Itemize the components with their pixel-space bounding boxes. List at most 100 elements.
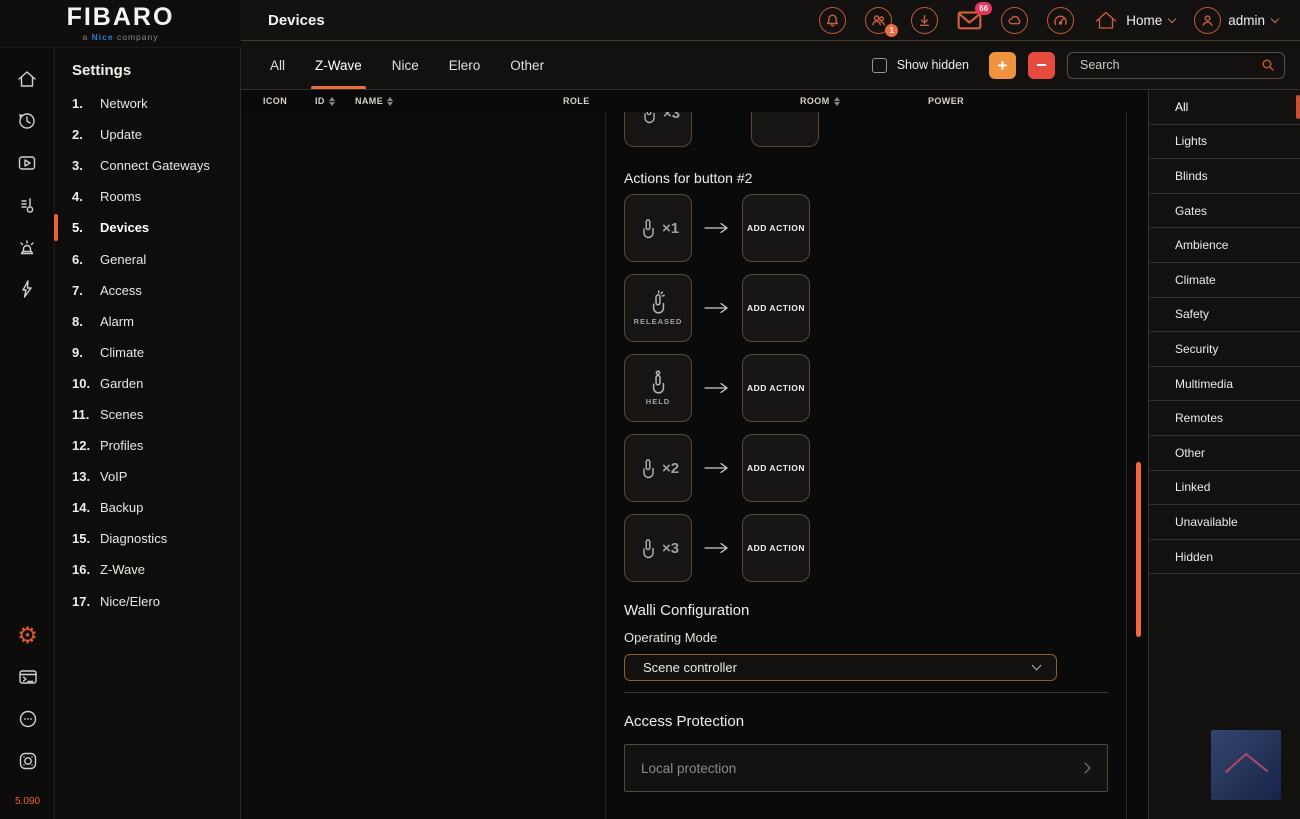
sidebar-item-update[interactable]: 2.Update [72, 119, 240, 150]
weather-icon[interactable] [1001, 7, 1028, 34]
sidebar-item-alarm[interactable]: 8. Alarm [72, 306, 240, 337]
tab-other[interactable]: Other [508, 41, 546, 89]
add-action-button[interactable]: ADD ACTION [742, 514, 810, 582]
sidebar-item-profiles[interactable]: 12.Profiles [72, 430, 240, 461]
column-label: ID [315, 96, 325, 106]
sidebar-item-nice-elero[interactable]: 17.Nice/Elero [72, 586, 240, 617]
sidebar-item-general[interactable]: 6.General [72, 243, 240, 274]
climate-icon[interactable] [14, 192, 40, 218]
download-icon[interactable] [911, 7, 938, 34]
history-icon[interactable] [14, 108, 40, 134]
arrow-right-icon [704, 222, 730, 234]
category-hidden[interactable]: Hidden [1149, 540, 1300, 575]
operating-mode-dropdown[interactable]: Scene controller [624, 654, 1057, 681]
sidebar-item-climate[interactable]: 9.Climate [72, 337, 240, 368]
category-multimedia[interactable]: Multimedia [1149, 367, 1300, 402]
media-icon[interactable] [14, 150, 40, 176]
column-room[interactable]: ROOM [800, 96, 928, 106]
home-icon[interactable] [14, 66, 40, 92]
action-row-held: HELD ADD ACTION [624, 354, 810, 422]
category-scrollbar-thumb[interactable] [1296, 95, 1300, 119]
action-row-x2: ×2 ADD ACTION [624, 434, 810, 502]
category-ambience[interactable]: Ambience [1149, 228, 1300, 263]
users-icon[interactable]: 1 [865, 7, 892, 34]
category-safety[interactable]: Safety [1149, 298, 1300, 333]
category-lights[interactable]: Lights [1149, 125, 1300, 160]
search-box[interactable] [1067, 52, 1285, 79]
add-action-button[interactable]: ADD ACTION [742, 194, 810, 262]
search-icon[interactable] [1261, 58, 1275, 72]
item-label: Alarm [100, 314, 134, 329]
alarm-siren-icon[interactable] [14, 234, 40, 260]
sidebar-item-scenes[interactable]: 11.Scenes [72, 399, 240, 430]
item-number: 15. [72, 531, 96, 546]
add-action-button[interactable]: ADD ACTION [742, 354, 810, 422]
sort-icon[interactable] [329, 97, 335, 106]
device-tabs: All Z-Wave Nice Elero Other [268, 41, 546, 89]
settings-scrollbar-thumb[interactable] [54, 214, 58, 241]
item-number: 13. [72, 469, 96, 484]
account-selector[interactable]: admin [1194, 7, 1278, 34]
item-label: Network [100, 96, 148, 111]
content-scrollbar-thumb[interactable] [1136, 462, 1141, 637]
gauge-icon[interactable] [1047, 7, 1074, 34]
tab-all[interactable]: All [268, 41, 287, 89]
energy-icon[interactable] [14, 276, 40, 302]
content-scrollbar-track [1127, 90, 1148, 819]
sidebar-item-devices[interactable]: 5.Devices [72, 212, 240, 243]
sort-icon[interactable] [387, 97, 393, 106]
category-security[interactable]: Security [1149, 332, 1300, 367]
sidebar-item-connect-gateways[interactable]: 3.Connect Gateways [72, 150, 240, 181]
home-selector[interactable]: Home [1093, 8, 1175, 32]
category-gates[interactable]: Gates [1149, 194, 1300, 229]
sidebar-item-backup[interactable]: 14.Backup [72, 492, 240, 523]
show-hidden-label: Show hidden [897, 58, 969, 72]
category-label: Gates [1175, 204, 1207, 218]
users-badge: 1 [885, 24, 898, 37]
terminal-icon[interactable] [15, 664, 41, 690]
released-hand-icon [646, 290, 670, 314]
tab-zwave[interactable]: Z-Wave [313, 41, 364, 89]
add-action-button[interactable]: ADD ACTION [742, 274, 810, 342]
add-action-button[interactable]: ADD ACTION [742, 434, 810, 502]
search-input[interactable] [1080, 58, 1261, 72]
category-label: Lights [1175, 134, 1207, 148]
column-name[interactable]: NAME [355, 96, 563, 106]
category-linked[interactable]: Linked [1149, 471, 1300, 506]
item-label: Z-Wave [100, 562, 145, 577]
sort-icon[interactable] [834, 97, 840, 106]
item-label: Backup [100, 500, 143, 515]
sidebar-item-zwave[interactable]: 16.Z-Wave [72, 554, 240, 585]
sidebar-item-rooms[interactable]: 4.Rooms [72, 181, 240, 212]
partial-add-action-tile[interactable] [751, 112, 819, 147]
item-number: 8. [72, 314, 96, 329]
sidebar-item-network[interactable]: 1.Network [72, 88, 240, 119]
category-unavailable[interactable]: Unavailable [1149, 505, 1300, 540]
scroll-to-top-button[interactable] [1211, 730, 1281, 800]
tab-nice[interactable]: Nice [390, 41, 421, 89]
mail-icon[interactable]: 66 [957, 10, 982, 30]
item-label: Devices [100, 220, 149, 235]
item-number: 10. [72, 376, 96, 391]
remove-device-button[interactable]: − [1028, 52, 1055, 79]
category-climate[interactable]: Climate [1149, 263, 1300, 298]
tab-elero[interactable]: Elero [447, 41, 483, 89]
add-device-button[interactable]: + [989, 52, 1016, 79]
sidebar-item-access[interactable]: 7.Access [72, 275, 240, 306]
category-remotes[interactable]: Remotes [1149, 401, 1300, 436]
item-label: Garden [100, 376, 143, 391]
settings-gear-icon[interactable]: ⚙ [15, 622, 41, 648]
sidebar-item-garden[interactable]: 10. Garden [72, 368, 240, 399]
hub-icon[interactable] [15, 748, 41, 774]
show-hidden-checkbox[interactable] [872, 58, 887, 73]
local-protection-panel[interactable]: Local protection [624, 744, 1108, 792]
network-api-icon[interactable] [15, 706, 41, 732]
sidebar-item-diagnostics[interactable]: 15.Diagnostics [72, 523, 240, 554]
column-id[interactable]: ID [315, 96, 355, 106]
alarm-bell-icon[interactable] [819, 7, 846, 34]
category-blinds[interactable]: Blinds [1149, 159, 1300, 194]
sidebar-item-voip[interactable]: 13.VoIP [72, 461, 240, 492]
category-all[interactable]: All [1149, 90, 1300, 125]
category-other[interactable]: Other [1149, 436, 1300, 471]
section-divider [624, 692, 1108, 693]
